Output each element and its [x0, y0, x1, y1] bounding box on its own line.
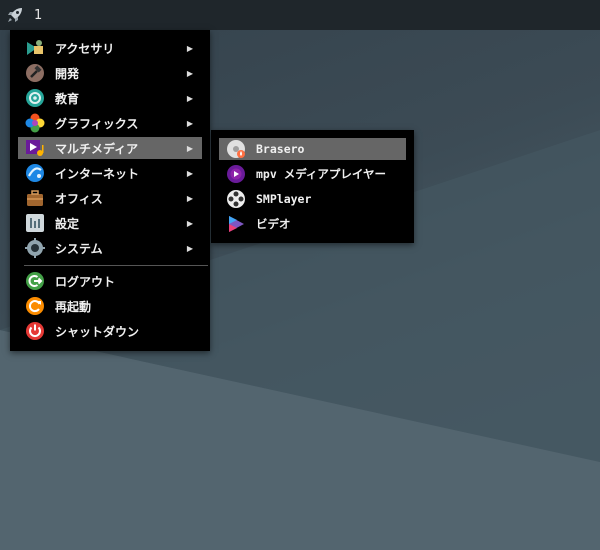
submenu-arrow-icon: ▶	[186, 218, 193, 228]
menu-item-accessories[interactable]: アクセサリ ▶	[18, 37, 202, 59]
submenu-item-mpv[interactable]: mpv メディアプレイヤー	[219, 163, 406, 185]
graphics-icon	[24, 112, 46, 134]
menu-item-office[interactable]: オフィス ▶	[18, 187, 202, 209]
application-menu: アクセサリ ▶ 開発 ▶ 教育 ▶ グラフィックス ▶ マルチメディア ▶ イン…	[10, 30, 210, 351]
submenu-arrow-icon: ▶	[186, 68, 193, 78]
menu-item-settings[interactable]: 設定 ▶	[18, 212, 202, 234]
smplayer-icon	[225, 188, 247, 210]
multimedia-submenu: Brasero mpv メディアプレイヤー SMPlayer ビデオ	[211, 130, 414, 243]
menu-item-multimedia[interactable]: マルチメディア ▶	[18, 137, 202, 159]
logout-icon	[24, 270, 46, 292]
taskbar: 1	[0, 0, 600, 30]
submenu-arrow-icon: ▶	[186, 93, 193, 103]
internet-icon	[24, 162, 46, 184]
menu-item-shutdown[interactable]: シャットダウン	[18, 320, 202, 342]
system-icon	[24, 237, 46, 259]
accessories-icon	[24, 37, 46, 59]
menu-item-logout[interactable]: ログアウト	[18, 270, 202, 292]
app-launcher-button[interactable]	[0, 0, 30, 30]
menu-separator	[24, 265, 208, 266]
education-icon	[24, 87, 46, 109]
office-icon	[24, 187, 46, 209]
video-icon	[225, 213, 247, 235]
submenu-arrow-icon: ▶	[186, 43, 193, 53]
development-icon	[24, 62, 46, 84]
submenu-arrow-icon: ▶	[186, 193, 193, 203]
submenu-item-video[interactable]: ビデオ	[219, 213, 406, 235]
submenu-arrow-icon: ▶	[186, 243, 193, 253]
workspace-indicator[interactable]: 1	[34, 8, 42, 23]
settings-icon	[24, 212, 46, 234]
submenu-arrow-icon: ▶	[186, 168, 193, 178]
menu-item-system[interactable]: システム ▶	[18, 237, 202, 259]
shutdown-icon	[24, 320, 46, 342]
submenu-arrow-icon: ▶	[186, 143, 193, 153]
mpv-icon	[225, 163, 247, 185]
submenu-item-smplayer[interactable]: SMPlayer	[219, 188, 406, 210]
menu-item-development[interactable]: 開発 ▶	[18, 62, 202, 84]
rocket-icon	[8, 8, 22, 22]
submenu-arrow-icon: ▶	[186, 118, 193, 128]
submenu-item-brasero[interactable]: Brasero	[219, 138, 406, 160]
menu-item-education[interactable]: 教育 ▶	[18, 87, 202, 109]
menu-item-graphics[interactable]: グラフィックス ▶	[18, 112, 202, 134]
brasero-icon	[225, 138, 247, 160]
reboot-icon	[24, 295, 46, 317]
multimedia-icon	[24, 137, 46, 159]
menu-item-reboot[interactable]: 再起動	[18, 295, 202, 317]
menu-item-internet[interactable]: インターネット ▶	[18, 162, 202, 184]
